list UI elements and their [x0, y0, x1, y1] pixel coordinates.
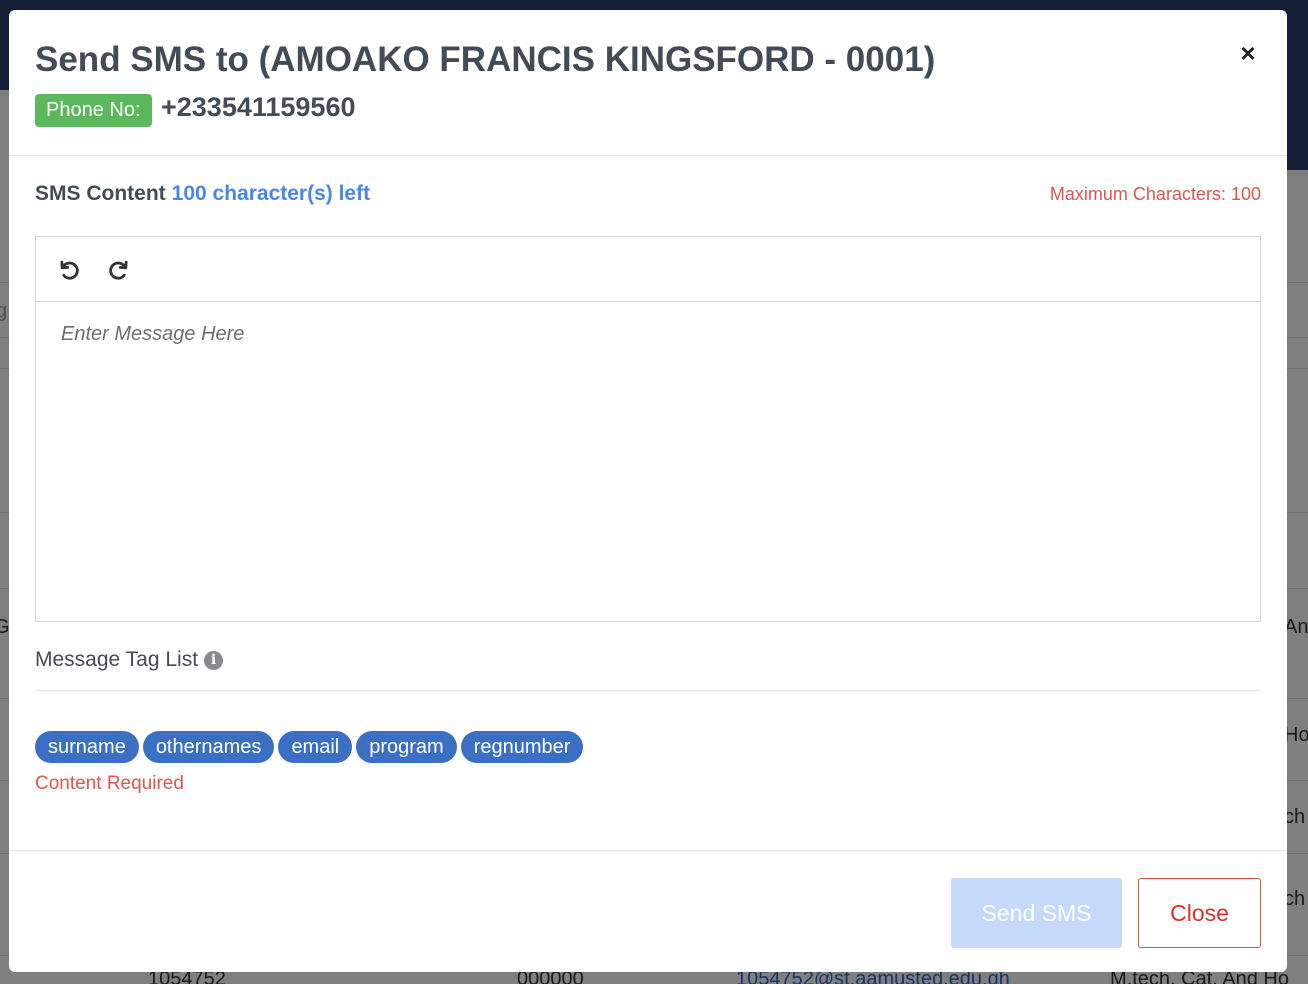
modal-title: Send SMS to (AMOAKO FRANCIS KINGSFORD - … — [35, 40, 936, 79]
tag-program[interactable]: program — [356, 731, 457, 763]
message-tag-list: surname othernames email program regnumb… — [35, 731, 584, 763]
modal-header: Send SMS to (AMOAKO FRANCIS KINGSFORD - … — [9, 10, 1287, 156]
maximum-characters-note: Maximum Characters: 100 — [1049, 184, 1261, 204]
send-sms-modal: Send SMS to (AMOAKO FRANCIS KINGSFORD - … — [9, 10, 1287, 972]
message-tag-list-header: Message Tag List i — [35, 648, 224, 672]
characters-left-counter: 100 character(s) left — [171, 182, 371, 205]
editor-toolbar — [36, 237, 1260, 302]
message-editor — [35, 236, 1261, 622]
tag-othernames[interactable]: othernames — [142, 731, 275, 763]
modal-footer: Send SMS Close — [9, 850, 1287, 972]
sms-content-label: SMS Content 100 character(s) left — [35, 182, 370, 206]
redo-icon[interactable] — [105, 257, 131, 283]
close-button[interactable]: Close — [1138, 878, 1261, 948]
phone-number: +233541159560 — [161, 92, 356, 122]
send-sms-button[interactable]: Send SMS — [951, 878, 1122, 948]
sms-content-title: SMS Content — [35, 182, 166, 205]
undo-icon[interactable] — [57, 257, 83, 283]
info-icon[interactable]: i — [204, 650, 224, 670]
phone-label-badge: Phone No: — [35, 94, 152, 127]
tag-email[interactable]: email — [278, 731, 353, 763]
tag-surname[interactable]: surname — [35, 731, 139, 763]
message-textarea[interactable] — [36, 303, 1260, 621]
close-icon[interactable]: × — [1235, 40, 1261, 66]
content-required-error: Content Required — [35, 773, 184, 794]
message-tag-list-title: Message Tag List — [35, 648, 199, 671]
tag-list-divider — [35, 690, 1261, 691]
tag-regnumber[interactable]: regnumber — [460, 731, 584, 763]
